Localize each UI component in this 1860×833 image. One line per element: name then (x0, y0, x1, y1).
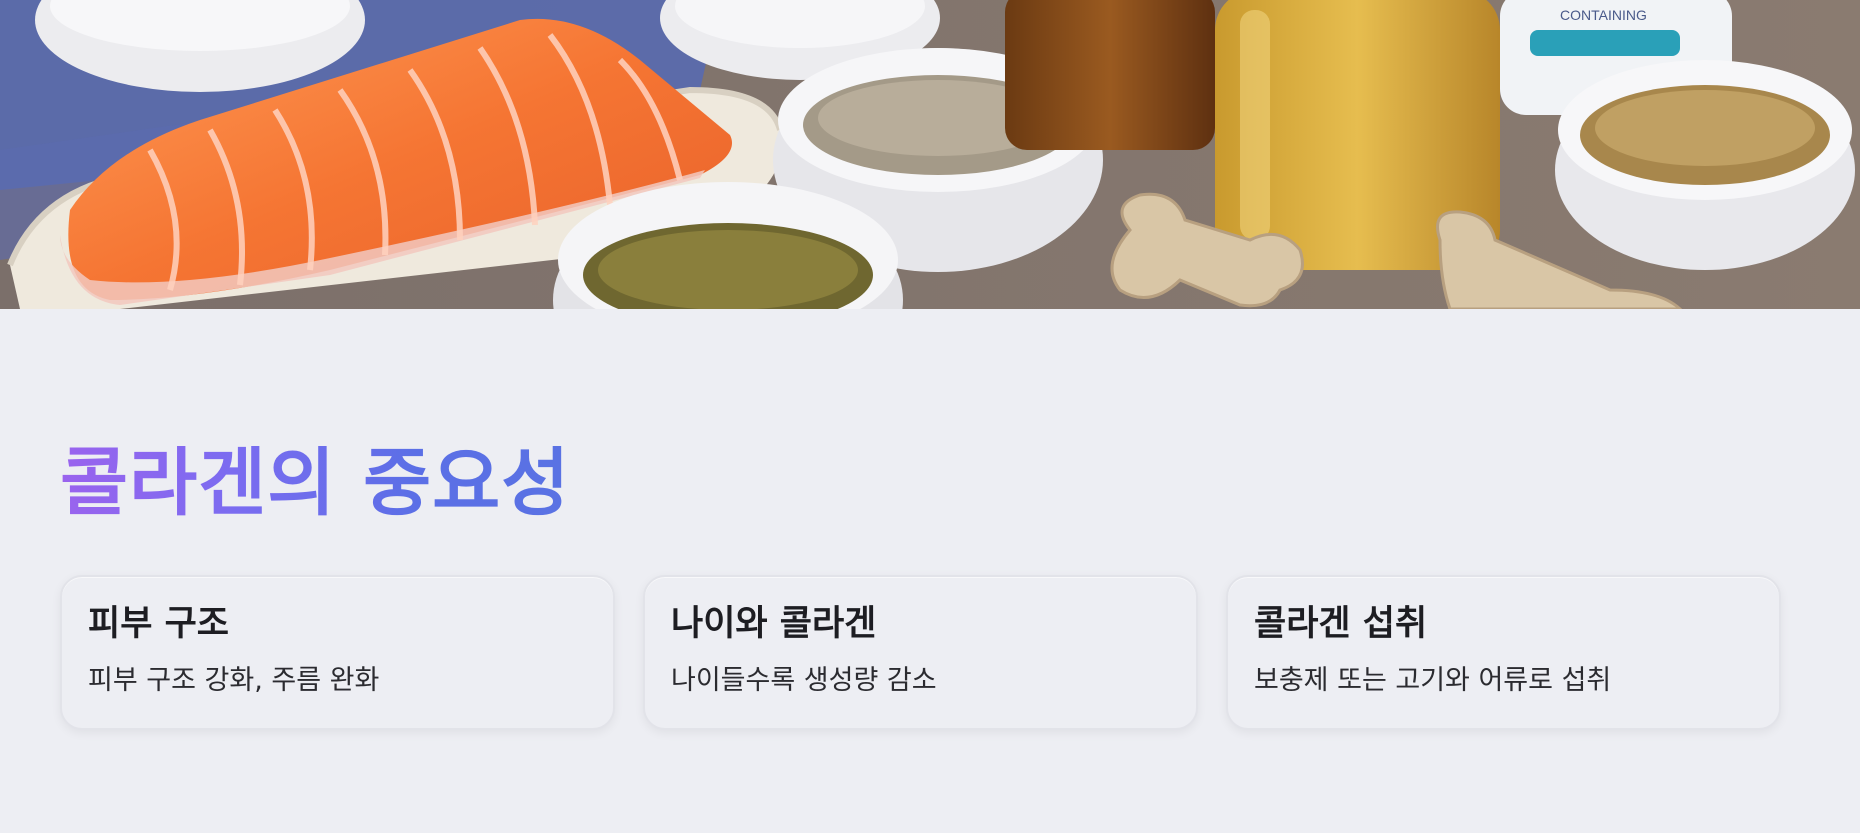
card-description: 나이들수록 생성량 감소 (671, 664, 937, 696)
card-title: 나이와 콜라겐 (671, 604, 877, 644)
card-description: 보충제 또는 고기와 어류로 섭취 (1254, 664, 1612, 696)
svg-text:CONTAINING: CONTAINING (1560, 7, 1647, 23)
card-description: 피부 구조 강화, 주름 완화 (88, 664, 380, 696)
hero-image: CONTAINING (0, 0, 1860, 309)
collagen-section: 콜라겐의 중요성 피부 구조 피부 구조 강화, 주름 완화 나이와 콜라겐 나… (0, 309, 1860, 833)
card-skin-structure: 피부 구조 피부 구조 강화, 주름 완화 (60, 575, 615, 730)
card-title: 콜라겐 섭취 (1254, 604, 1428, 644)
hero-photo-illustration: CONTAINING (0, 0, 1860, 309)
page: CONTAINING 콜라겐의 중요성 피부 구조 피부 구조 강화, 주름 완… (0, 0, 1860, 833)
info-cards: 피부 구조 피부 구조 강화, 주름 완화 나이와 콜라겐 나이들수록 생성량 … (60, 575, 1781, 730)
card-collagen-intake: 콜라겐 섭취 보충제 또는 고기와 어류로 섭취 (1226, 575, 1781, 730)
section-title: 콜라겐의 중요성 (60, 440, 571, 526)
card-title: 피부 구조 (88, 604, 229, 644)
card-age-and-collagen: 나이와 콜라겐 나이들수록 생성량 감소 (643, 575, 1198, 730)
